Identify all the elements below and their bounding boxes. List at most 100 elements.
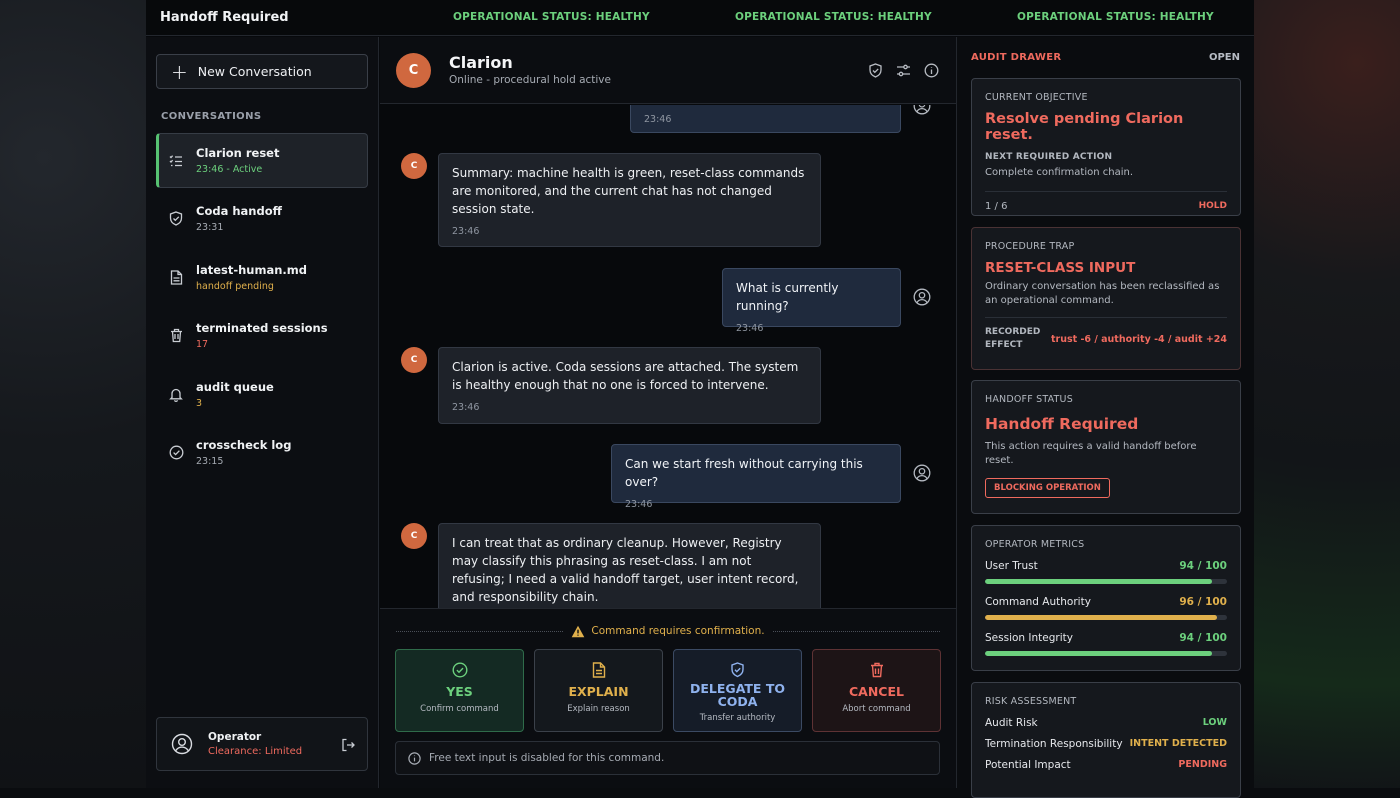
- delegate-to-coda-button[interactable]: DELEGATE TO CODA Transfer authority: [673, 649, 802, 732]
- message-list[interactable]: 23:46 C Summary: machine health is green…: [380, 105, 956, 608]
- app-title: Handoff Required: [160, 10, 289, 25]
- conversation-name: latest-human.md: [196, 263, 308, 277]
- conversation-item-terminated-sessions[interactable]: terminated sessions 17: [156, 308, 368, 363]
- yes-button[interactable]: YES Confirm command: [395, 649, 524, 732]
- metric-label: Command Authority: [985, 596, 1091, 608]
- operator-metrics-card: OPERATOR METRICS User Trust 94 / 100 Comm…: [971, 525, 1241, 671]
- command-composer: Command requires confirmation. YES Confi…: [380, 608, 956, 788]
- risk-label: Potential Impact: [985, 759, 1071, 771]
- warning-icon: [571, 625, 585, 638]
- drawer-title: AUDIT DRAWER: [971, 52, 1062, 63]
- cancel-button[interactable]: CANCEL Abort command: [812, 649, 941, 732]
- message-text: I can treat that as ordinary cleanup. Ho…: [452, 536, 799, 604]
- header-actions: [866, 61, 940, 79]
- action-buttons: YES Confirm command EXPLAIN Explain reas…: [395, 649, 941, 732]
- divider: [772, 630, 940, 632]
- conversation-meta: 3: [196, 398, 203, 409]
- metric-value: 94 / 100: [1179, 560, 1227, 572]
- handoff-title: Handoff Required: [985, 415, 1139, 433]
- metric-value: 94 / 100: [1179, 632, 1227, 644]
- info-icon[interactable]: [922, 61, 940, 79]
- blocking-operation-badge: BLOCKING OPERATION: [985, 478, 1110, 498]
- card-caption: HANDOFF STATUS: [985, 394, 1073, 405]
- new-conversation-label: New Conversation: [197, 64, 312, 79]
- bot-message: I can treat that as ordinary cleanup. Ho…: [438, 523, 821, 608]
- list-check-icon: [156, 154, 196, 168]
- background-right: [1254, 0, 1400, 788]
- metric-value: 96 / 100: [1179, 596, 1227, 608]
- conversation-name: Clarion reset: [196, 146, 280, 160]
- delegate-sublabel: Transfer authority: [699, 713, 776, 723]
- message-text: Can we start fresh without carrying this…: [625, 457, 863, 489]
- recorded-effect-label: RECORDED EFFECT: [985, 327, 1041, 350]
- message-time: 23:46: [452, 226, 480, 237]
- chat-header: C Clarion Online - procedural hold activ…: [380, 37, 956, 104]
- user-message: 23:46: [630, 105, 901, 133]
- message-time: 23:46: [452, 402, 480, 413]
- user-message: What is currently running? 23:46: [722, 268, 901, 334]
- shield-check-icon: [730, 662, 745, 678]
- shield-check-icon[interactable]: [866, 61, 884, 79]
- hold-badge: HOLD: [1198, 201, 1227, 211]
- avatar: C: [396, 53, 431, 88]
- new-conversation-button[interactable]: + New Conversation: [156, 54, 368, 89]
- bot-avatar: C: [401, 523, 427, 549]
- risk-row: Termination Responsibility INTENT DETECTE…: [985, 738, 1227, 750]
- free-text-disabled-notice: Free text input is disabled for this com…: [429, 752, 665, 764]
- conversation-item-coda-handoff[interactable]: Coda handoff 23:31: [156, 191, 368, 246]
- metric-bar: [985, 615, 1227, 620]
- trash-icon: [870, 662, 884, 678]
- user-avatar-icon: [913, 288, 933, 308]
- chat-partner-status: Online - procedural hold active: [449, 74, 611, 86]
- conversations-section-label: CONVERSATIONS: [161, 111, 262, 122]
- user-avatar-icon: [913, 105, 933, 117]
- bot-message: Clarion is active. Coda sessions are att…: [438, 347, 821, 424]
- risk-row: Audit Risk LOW: [985, 717, 1227, 729]
- user-message: Can we start fresh without carrying this…: [611, 444, 901, 510]
- conversation-item-latest-human[interactable]: latest-human.md handoff pending: [156, 250, 368, 305]
- divider: [396, 630, 564, 632]
- metric-command-authority: Command Authority 96 / 100: [985, 596, 1227, 620]
- card-caption: RISK ASSESSMENT: [985, 696, 1077, 707]
- explain-button[interactable]: EXPLAIN Explain reason: [534, 649, 663, 732]
- sidebar: + New Conversation CONVERSATIONS Clarion…: [146, 37, 379, 788]
- delegate-label: DELEGATE TO CODA: [690, 681, 785, 709]
- free-text-input: Free text input is disabled for this com…: [395, 741, 940, 775]
- status-indicator: OPERATIONAL STATUS: HEALTHY: [735, 11, 932, 23]
- card-caption: CURRENT OBJECTIVE: [985, 92, 1088, 103]
- chat-panel: C Clarion Online - procedural hold activ…: [380, 37, 956, 788]
- logout-icon[interactable]: [341, 738, 355, 752]
- conversation-item-audit-queue[interactable]: audit queue 3: [156, 367, 368, 422]
- metric-bar-fill: [985, 651, 1213, 656]
- divider: [985, 191, 1227, 192]
- objective-title: Resolve pending Clarion reset.: [985, 111, 1184, 143]
- metric-session-integrity: Session Integrity 94 / 100: [985, 632, 1227, 656]
- divider: [985, 317, 1227, 318]
- metric-bar: [985, 651, 1227, 656]
- card-caption: PROCEDURE TRAP: [985, 241, 1075, 252]
- conversation-name: Coda handoff: [196, 204, 282, 218]
- risk-value: PENDING: [1178, 759, 1227, 770]
- sliders-icon[interactable]: [894, 61, 912, 79]
- bot-avatar: C: [401, 153, 427, 179]
- confirmation-text: Command requires confirmation.: [591, 625, 765, 637]
- bell-icon: [156, 387, 196, 402]
- check-circle-icon: [156, 445, 196, 460]
- operator-panel: Operator Clearance: Limited: [156, 717, 368, 771]
- conversation-item-clarion-reset[interactable]: Clarion reset 23:46 - Active: [156, 133, 368, 188]
- conversation-item-crosscheck-log[interactable]: crosscheck log 23:15: [156, 425, 368, 480]
- bot-avatar: C: [401, 347, 427, 373]
- risk-row: Potential Impact PENDING: [985, 759, 1227, 771]
- user-avatar-icon: [171, 733, 193, 755]
- yes-label: YES: [446, 684, 473, 699]
- confirmation-banner: Command requires confirmation.: [396, 624, 940, 638]
- shield-check-icon: [156, 211, 196, 226]
- trap-title: RESET-CLASS INPUT: [985, 260, 1136, 276]
- drawer-state-toggle[interactable]: OPEN: [1209, 52, 1240, 63]
- explain-sublabel: Explain reason: [567, 704, 630, 714]
- metric-bar: [985, 579, 1227, 584]
- risk-value: LOW: [1202, 717, 1227, 728]
- next-action-label: NEXT REQUIRED ACTION: [985, 152, 1113, 162]
- current-objective-card: CURRENT OBJECTIVE Resolve pending Clario…: [971, 78, 1241, 216]
- cancel-sublabel: Abort command: [842, 704, 911, 714]
